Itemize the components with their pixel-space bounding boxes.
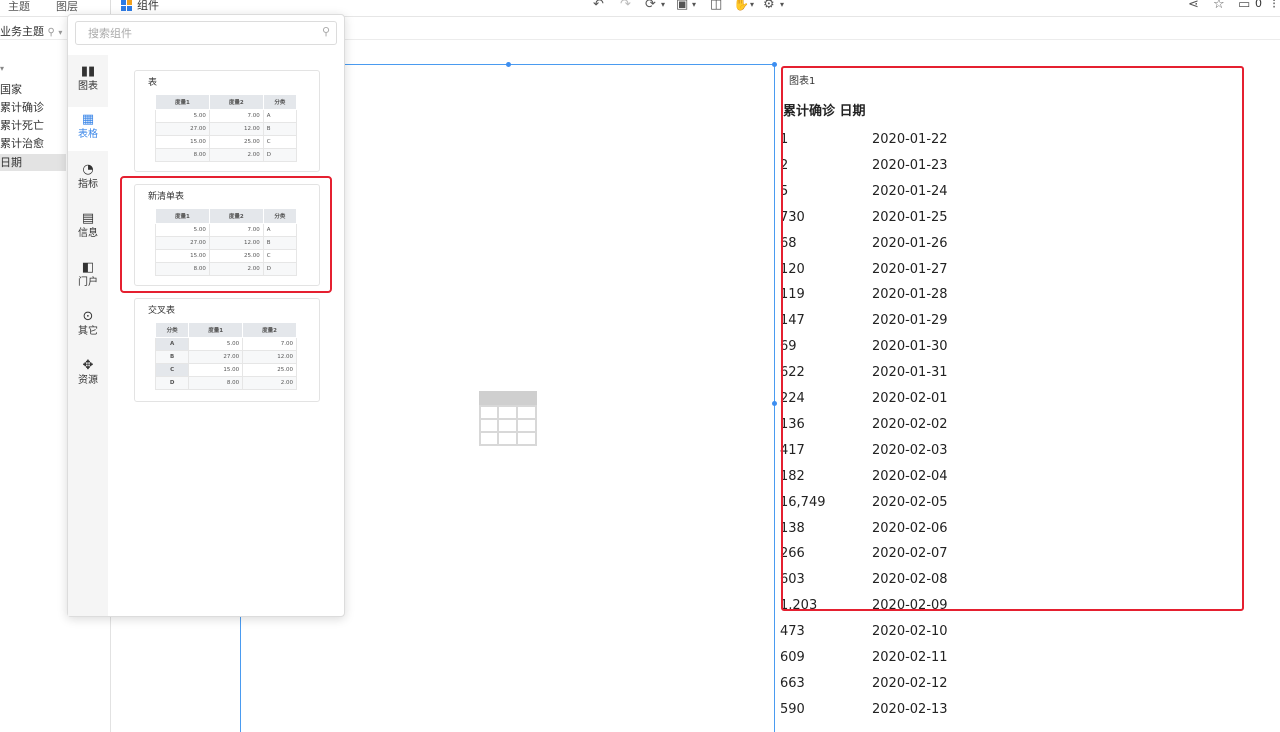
selection-border-top [343, 64, 775, 65]
highlight-box-card [120, 176, 332, 293]
chevron-down-icon: ▾ [58, 28, 63, 37]
cell-cumulative-confirmed: 663 [780, 675, 805, 691]
component-card-table[interactable]: 表 度量1 度量2 分类 5.00 7.00 A 27.00 12.00 B 15.00 25… [134, 70, 320, 172]
business-topic-select[interactable]: 业务主题 ⚲ ▾ [0, 23, 62, 39]
puzzle-icon: ✥ [82, 358, 94, 373]
more-icon[interactable]: ⁝ [1272, 0, 1276, 13]
share-icon[interactable]: ⋖ [1188, 0, 1199, 13]
preview-icon[interactable]: ◫ [710, 0, 722, 13]
category-table[interactable]: ▦ 表格 [68, 107, 108, 151]
tab-theme[interactable]: 主题 [8, 0, 30, 14]
table-placeholder-icon [479, 391, 537, 446]
component-card-crosstab[interactable]: 交叉表 分类 度量1 度量2 A 5.00 7.00 B 27.00 12.00 C 15.0… [134, 298, 320, 402]
hand-icon[interactable]: ✋ [733, 0, 749, 13]
portal-icon: ◧ [81, 260, 95, 275]
card-title: 交叉表 [148, 306, 176, 316]
cell-cumulative-confirmed: 473 [780, 624, 805, 640]
business-topic-label: 业务主题 [0, 25, 44, 38]
field-cumulative-deaths[interactable]: 累计死亡 [0, 117, 66, 134]
tab-layers[interactable]: 图层 [56, 0, 78, 14]
resize-handle[interactable] [772, 401, 777, 406]
field-date[interactable]: 日期 [0, 154, 66, 171]
more-icon: ⊙ [82, 309, 94, 324]
category-portal[interactable]: ◧ 门户 [68, 255, 108, 299]
star-icon[interactable]: ☆ [1213, 0, 1225, 13]
component-search-input[interactable] [88, 24, 308, 42]
comment-count: 0 [1255, 0, 1262, 10]
category-info[interactable]: ▤ 信息 [68, 206, 108, 250]
redo-icon[interactable]: ↷ [620, 0, 631, 13]
comment-icon[interactable]: ▭ [1238, 0, 1250, 13]
cell-date: 2020-02-13 [872, 701, 948, 717]
category-indicator[interactable]: ◔ 指标 [68, 157, 108, 201]
component-popup: ⚲ ▮▮ 图表 ▦ 表格 ◔ 指标 ▤ 信息 ◧ 门户 ⊙ 其它 ✥ 资源 表 … [67, 14, 345, 617]
cell-date: 2020-02-12 [872, 675, 948, 691]
gear-icon[interactable]: ⚙ [763, 0, 775, 13]
save-icon[interactable]: ▣ [676, 0, 688, 13]
category-resource[interactable]: ✥ 资源 [68, 353, 108, 397]
field-country[interactable]: 国家 [0, 81, 66, 98]
card-title: 表 [148, 78, 158, 88]
search-icon: ⚲ [47, 27, 55, 38]
gauge-icon: ◔ [82, 162, 94, 177]
refresh-icon[interactable]: ⟳ [645, 0, 656, 13]
resize-handle[interactable] [772, 62, 777, 67]
card-preview-table: 度量1 度量2 分类 5.00 7.00 A 27.00 12.00 B 15.00 25.0… [155, 94, 298, 162]
cell-cumulative-confirmed: 590 [780, 701, 805, 717]
category-chart[interactable]: ▮▮ 图表 [68, 59, 108, 103]
selection-border-right [774, 64, 775, 732]
category-other[interactable]: ⊙ 其它 [68, 304, 108, 348]
resize-handle[interactable] [506, 62, 511, 67]
component-search-box[interactable]: ⚲ [75, 21, 337, 45]
highlight-box-chart [781, 66, 1244, 611]
search-icon[interactable]: ⚲ [322, 25, 330, 38]
card-preview-table: 分类 度量1 度量2 A 5.00 7.00 B 27.00 12.00 C 15.00 25.… [154, 322, 297, 390]
cell-date: 2020-02-10 [872, 624, 948, 640]
chevron-down-icon[interactable]: ▾ [750, 0, 754, 13]
chevron-down-icon[interactable]: ▾ [661, 0, 665, 13]
tab-components[interactable]: 组件 [137, 0, 159, 13]
table-icon: ▦ [81, 112, 95, 127]
chevron-down-icon[interactable]: ▾ [692, 0, 696, 13]
cell-date: 2020-02-11 [872, 650, 948, 665]
cell-cumulative-confirmed: 609 [780, 650, 805, 665]
component-grid-icon [121, 0, 133, 11]
field-cumulative-confirmed[interactable]: 累计确诊 [0, 99, 66, 116]
chevron-down-icon[interactable]: ▾ [780, 0, 784, 13]
undo-icon[interactable]: ↶ [593, 0, 604, 13]
field-cumulative-recovered[interactable]: 累计治愈 [0, 135, 66, 152]
bar-chart-icon: ▮▮ [80, 64, 96, 79]
info-icon: ▤ [81, 211, 95, 226]
tree-expand-icon[interactable]: ▾ [0, 64, 4, 73]
